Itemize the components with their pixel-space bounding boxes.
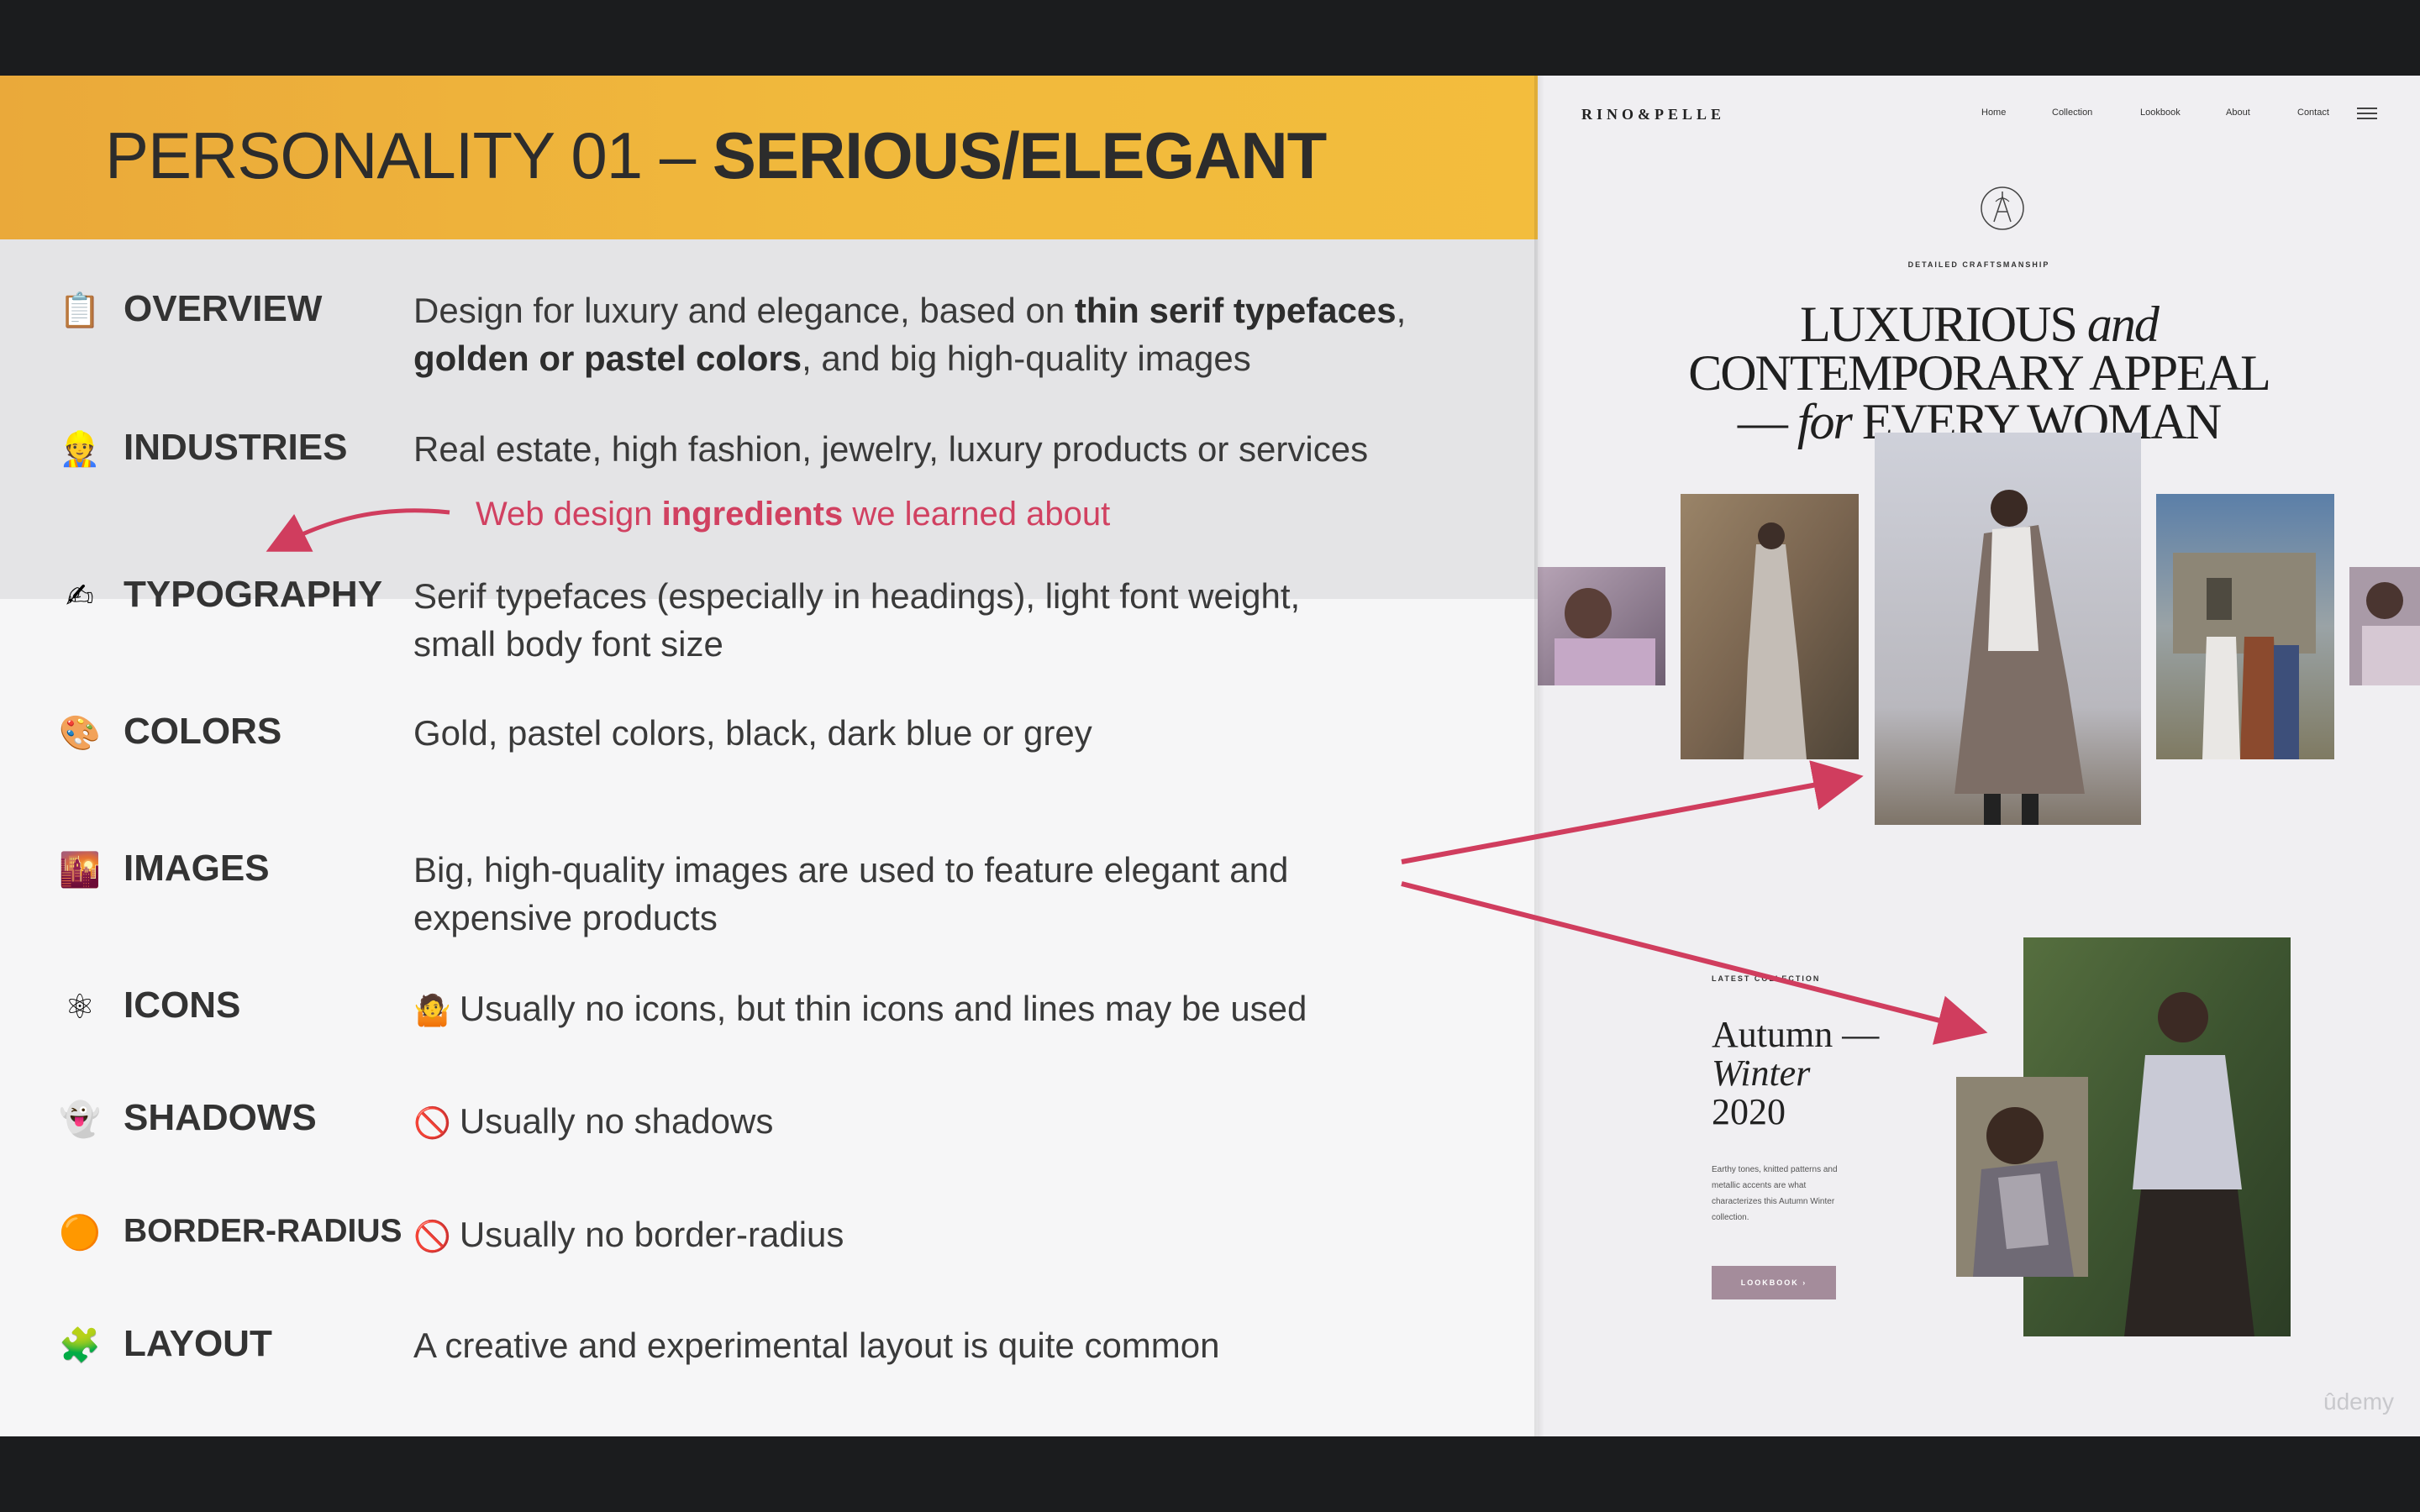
slide-title: PERSONALITY 01 – SERIOUS/ELEGANT [105,118,1327,192]
site-logo[interactable]: RINO&PELLE [1581,106,1725,123]
clipboard-icon: 📋 [59,291,101,330]
palette-icon: 🎨 [59,714,101,753]
row-label-shadows: SHADOWS [124,1097,317,1138]
row-text-layout: A creative and experimental layout is qu… [413,1326,1220,1365]
row-label-overview: OVERVIEW [124,288,323,329]
letterbox-bottom [0,1436,2420,1512]
row-text-icons: 🤷 Usually no icons, but thin icons and li… [413,989,1307,1028]
hamburger-icon[interactable] [2357,108,2377,119]
nav-lookbook[interactable]: Lookbook [2140,108,2181,118]
crest-icon [1981,186,2024,230]
photo-left-edge [1538,567,1665,685]
orange-circle-icon: 🟠 [59,1214,101,1252]
collection-title-line-1: Autumn — [1712,1014,1880,1055]
photo-stone-wall [1681,494,1859,759]
row-label-layout: LAYOUT [124,1323,272,1364]
row-label-border-radius: BORDER-RADIUS [124,1213,402,1249]
row-text-typography: Serif typefaces (especially in headings)… [413,576,1301,664]
udemy-watermark: ûdemy [2323,1389,2395,1415]
row-label-icons: ICONS [124,984,241,1026]
row-label-colors: COLORS [124,711,282,752]
photo-ruins [2156,494,2334,759]
nav-home[interactable]: Home [1981,108,2006,118]
puzzle-icon: 🧩 [59,1326,101,1365]
lookbook-button[interactable]: LOOKBOOK › [1712,1266,1836,1299]
cityscape-icon: 🌇 [59,851,101,890]
collection-title-line-3: 2020 [1712,1091,1786,1132]
ghost-icon: 👻 [59,1100,101,1139]
row-text-industries: Real estate, high fashion, jewelry, luxu… [413,429,1369,469]
photo-scarf [1956,1077,2088,1277]
photo-hero-coat [1875,433,2141,825]
shrug-icon: 🤷 [413,994,451,1028]
slide-header: PERSONALITY 01 – SERIOUS/ELEGANT [0,76,1538,239]
writing-hand-icon: ✍ [66,577,94,616]
latest-collection-label: LATEST COLLECTION [1712,974,1821,983]
hero-eyebrow: DETAILED CRAFTSMANSHIP [1907,260,2050,269]
annotation-text: Web design ingredients we learned about [476,496,1111,533]
row-text-border-radius: 🚫 Usually no border-radius [413,1215,844,1254]
collection-description: Earthy tones, knitted patterns and metal… [1712,1165,1838,1222]
atom-icon: ⚛ [65,988,95,1026]
photo-right-edge [2349,567,2420,685]
slide-left-panel: PERSONALITY 01 – SERIOUS/ELEGANT 📋 OVERV… [0,76,1538,1436]
row-label-images: IMAGES [124,848,270,889]
row-text-images: Big, high-quality images are used to fea… [413,850,1289,937]
nav-collection[interactable]: Collection [2052,108,2092,118]
slide: PERSONALITY 01 – SERIOUS/ELEGANT 📋 OVERV… [0,76,2420,1436]
prohibited-icon: 🚫 [413,1106,451,1141]
collection-title-line-2: Winter [1712,1053,1811,1094]
worker-icon: 👷 [59,430,101,469]
nav-about[interactable]: About [2226,108,2250,118]
panel-divider [1534,76,1544,1436]
row-text-colors: Gold, pastel colors, black, dark blue or… [413,713,1092,753]
nav-contact[interactable]: Contact [2297,108,2329,118]
prohibited-icon: 🚫 [413,1220,451,1254]
row-label-industries: INDUSTRIES [124,427,348,468]
row-text-shadows: 🚫 Usually no shadows [413,1101,774,1141]
row-text-overview: Design for luxury and elegance, based on… [413,291,1407,378]
website-preview: RINO&PELLE Home Collection Lookbook Abou… [1538,76,2420,1436]
letterbox-top [0,0,2420,76]
row-label-typography: TYPOGRAPHY [124,574,383,615]
